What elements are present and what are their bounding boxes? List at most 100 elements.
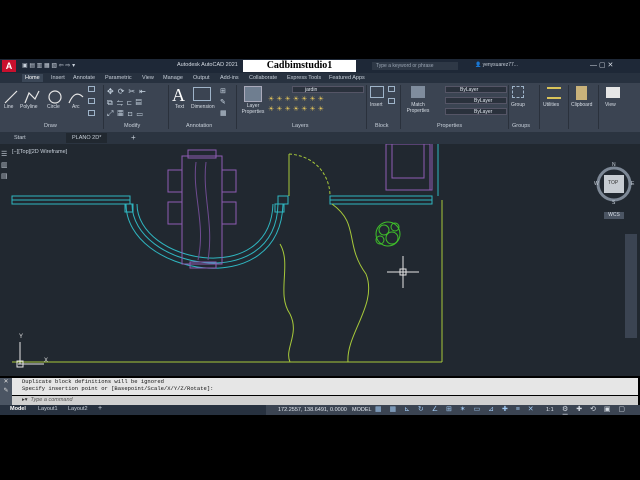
- text-icon[interactable]: A: [172, 85, 185, 106]
- create-block-icon[interactable]: [388, 86, 395, 92]
- view-button[interactable]: View: [605, 102, 616, 108]
- tab-featured-apps[interactable]: Featured Apps: [329, 74, 365, 82]
- watermark-banner: Cadbimstudio1: [243, 60, 356, 72]
- dining-set: [167, 149, 237, 269]
- utilities-icon[interactable]: [547, 87, 561, 99]
- layer-properties-icon[interactable]: [244, 86, 262, 102]
- tab-express-tools[interactable]: Express Tools: [287, 74, 321, 82]
- insert-icon[interactable]: [370, 86, 384, 98]
- coordinate-readout[interactable]: 172.2557, 138.6491, 0.0000: [278, 407, 347, 413]
- draw-panel-label[interactable]: Draw: [44, 123, 57, 129]
- viewcube-west[interactable]: W: [594, 181, 599, 187]
- ribbon: Line Polyline Circle Arc Draw ✥⟳✂⇤ ⧉⇋⊏▤ ⤢▦…: [0, 83, 640, 132]
- tab-output[interactable]: Output: [193, 74, 210, 82]
- new-tab-icon[interactable]: +: [131, 133, 136, 142]
- tab-collaborate[interactable]: Collaborate: [249, 74, 277, 82]
- command-window-close-icon[interactable]: ✕ ✎: [0, 378, 12, 405]
- region-icon[interactable]: [88, 110, 95, 116]
- letterbox-bottom: [0, 415, 640, 480]
- command-history-line: Specify insertion point or [Basepoint/Sc…: [22, 385, 214, 392]
- tab-annotate[interactable]: Annotate: [73, 74, 95, 82]
- command-history-line: Duplicate block definitions will be igno…: [22, 378, 164, 385]
- drafting-toggle-icons[interactable]: ▦ ▦ ⊾ ↻ ∠ ⊞ ✶ ▭ ⊿ ✚ ≡ ✕: [375, 405, 545, 413]
- viewcube-east[interactable]: E: [631, 181, 634, 187]
- insert-button[interactable]: Insert: [370, 102, 383, 108]
- sofa: [385, 144, 439, 196]
- wcs-menu[interactable]: WCS: [604, 212, 624, 219]
- title-bar: A ▣ ▤ ▥ ▦ ▧ ⇦ ⇨ ▾ Autodesk AutoCAD 2021 …: [0, 59, 640, 73]
- command-input[interactable]: ▸▾ Type a command: [12, 396, 638, 405]
- drawing-geometry: [11, 144, 632, 368]
- dimension-icon[interactable]: [193, 87, 211, 101]
- match-properties-icon[interactable]: [411, 86, 425, 98]
- tab-insert[interactable]: Insert: [51, 74, 65, 82]
- ribbon-tabs: Home Insert Annotate Parametric View Man…: [0, 73, 640, 83]
- annotation-scale[interactable]: 1:1: [546, 407, 554, 413]
- block-panel-label[interactable]: Block: [375, 123, 388, 129]
- viewcube-top-face[interactable]: TOP: [608, 180, 618, 186]
- rectangle-icon[interactable]: [88, 86, 95, 92]
- tab-parametric[interactable]: Parametric: [105, 74, 132, 82]
- command-history: Duplicate block definitions will be igno…: [12, 378, 638, 395]
- drawing-canvas[interactable]: [−][Top][2D Wireframe] ☰ ▥ ▤ Y X TOP N S…: [0, 144, 640, 376]
- model-space-toggle[interactable]: MODEL: [352, 407, 372, 413]
- layer-tool-icons[interactable]: ☀☀☀☀☀☀☀ ☀☀☀☀☀☀☀: [268, 95, 363, 115]
- linetype-combo[interactable]: ByLayer: [445, 97, 507, 104]
- add-layout-icon[interactable]: +: [98, 405, 102, 412]
- navigation-bar[interactable]: [625, 234, 637, 338]
- tab-layout2[interactable]: Layout2: [68, 406, 88, 412]
- view-icon[interactable]: [606, 87, 620, 98]
- polyline-button[interactable]: Polyline: [20, 104, 38, 110]
- document-tabs: Start PLANO 2D* +: [0, 132, 640, 144]
- ucs-x-label: X: [44, 358, 49, 364]
- crosshair-cursor: [387, 256, 419, 288]
- color-combo[interactable]: ByLayer: [445, 86, 507, 93]
- tab-plano-2d[interactable]: PLANO 2D*: [66, 133, 108, 143]
- command-input-placeholder: Type a command: [30, 397, 73, 403]
- layer-combo[interactable]: jardin: [292, 86, 364, 93]
- curved-wall: [124, 203, 285, 269]
- ucs-icon: [16, 342, 44, 368]
- lineweight-combo[interactable]: ByLayer: [445, 108, 507, 115]
- tab-home[interactable]: Home: [22, 74, 43, 82]
- status-bar: Model Layout1 Layout2 + 172.2557, 138.64…: [0, 405, 640, 421]
- match-properties-button[interactable]: Match Properties: [404, 102, 432, 114]
- tab-model[interactable]: Model: [10, 406, 26, 412]
- text-button[interactable]: Text: [175, 104, 184, 110]
- autocad-logo-icon[interactable]: A: [2, 60, 16, 72]
- plant-block: [375, 221, 401, 247]
- tab-start[interactable]: Start: [8, 133, 32, 143]
- tab-view[interactable]: View: [142, 74, 154, 82]
- viewcube-south[interactable]: S: [612, 200, 615, 206]
- app-title: Autodesk AutoCAD 2021: [177, 62, 238, 68]
- clipboard-button[interactable]: Clipboard: [571, 102, 592, 108]
- group-icon[interactable]: [512, 86, 524, 98]
- user-account[interactable]: 👤 yenysuarez77...: [475, 62, 518, 68]
- door: [288, 153, 331, 197]
- tab-add-ins[interactable]: Add-ins: [220, 74, 239, 82]
- edit-block-icon[interactable]: [388, 98, 395, 104]
- annotation-panel-label[interactable]: Annotation: [186, 123, 212, 129]
- modify-tool-grid[interactable]: ✥⟳✂⇤ ⧉⇋⊏▤ ⤢▦⊡▭: [107, 86, 167, 120]
- layer-properties-button[interactable]: Layer Properties: [239, 103, 267, 115]
- window-controls[interactable]: — ▢ ✕: [590, 61, 613, 69]
- line-button[interactable]: Line: [4, 104, 13, 110]
- hatch-icon[interactable]: [88, 98, 95, 104]
- arc-button[interactable]: Arc: [72, 104, 80, 110]
- groups-panel-label[interactable]: Groups: [512, 123, 530, 129]
- tab-manage[interactable]: Manage: [163, 74, 183, 82]
- circle-button[interactable]: Circle: [47, 104, 60, 110]
- viewcube-north[interactable]: N: [612, 162, 616, 168]
- modify-panel-label[interactable]: Modify: [124, 123, 140, 129]
- utilities-button[interactable]: Utilities: [543, 102, 559, 108]
- quick-access-toolbar[interactable]: ▣ ▤ ▥ ▦ ▧ ⇦ ⇨ ▾: [22, 62, 142, 70]
- clipboard-icon[interactable]: [576, 86, 587, 100]
- tab-layout1[interactable]: Layout1: [38, 406, 58, 412]
- dimension-button[interactable]: Dimension: [191, 104, 215, 110]
- layers-panel-label[interactable]: Layers: [292, 123, 309, 129]
- group-button[interactable]: Group: [511, 102, 525, 108]
- search-box[interactable]: Type a keyword or phrase: [372, 62, 458, 70]
- annotation-small-tools[interactable]: ⊞ ✎ ▦: [220, 86, 227, 119]
- properties-panel-label[interactable]: Properties: [437, 123, 462, 129]
- command-prompt-icon: ▸▾: [22, 397, 28, 403]
